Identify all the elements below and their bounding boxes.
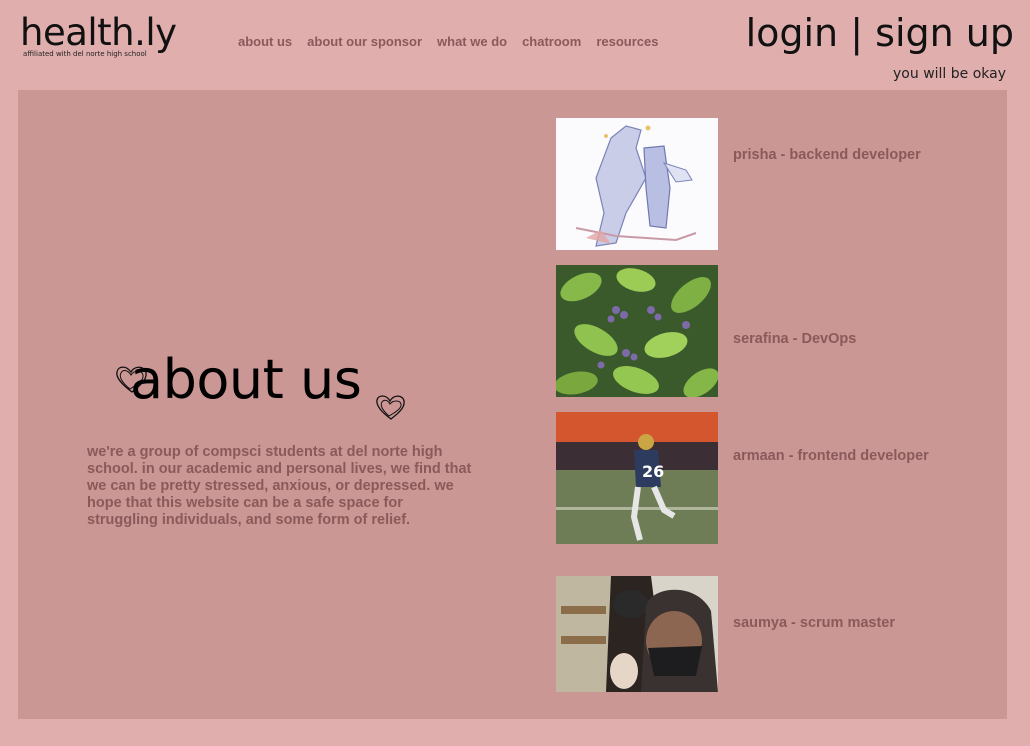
svg-text:26: 26 (642, 462, 664, 481)
about-panel: about us we're a group of compsci studen… (18, 90, 1007, 719)
member-name-prisha: prisha - backend developer (733, 147, 921, 163)
heart-doodle-icon (376, 395, 405, 420)
login-link[interactable]: login (746, 11, 839, 55)
about-description: we're a group of compsci students at del… (87, 444, 472, 528)
member-photo-prisha (556, 118, 718, 250)
signup-link[interactable]: sign up (875, 11, 1014, 55)
member-name-serafina: serafina - DevOps (733, 331, 857, 347)
member-photo-armaan: 26 (556, 412, 718, 544)
main-nav: about us about our sponsor what we do ch… (238, 34, 658, 49)
nav-chatroom[interactable]: chatroom (522, 34, 581, 49)
nav-about-our-sponsor[interactable]: about our sponsor (307, 34, 422, 49)
nav-resources[interactable]: resources (596, 34, 658, 49)
member-name-saumya: saumya - scrum master (733, 615, 895, 631)
member-photo-serafina (556, 265, 718, 397)
member-photo-saumya (556, 576, 718, 692)
tagline: you will be okay (893, 66, 1006, 82)
nav-what-we-do[interactable]: what we do (437, 34, 507, 49)
member-name-armaan: armaan - frontend developer (733, 448, 929, 464)
nav-about-us[interactable]: about us (238, 34, 292, 49)
about-title: about us (130, 348, 362, 411)
brand-logo[interactable]: health.ly affiliated with del norte high… (20, 14, 177, 58)
auth-separator: | (850, 11, 864, 55)
auth-links: login | sign up (746, 14, 1014, 52)
brand-title: health.ly (20, 11, 177, 54)
